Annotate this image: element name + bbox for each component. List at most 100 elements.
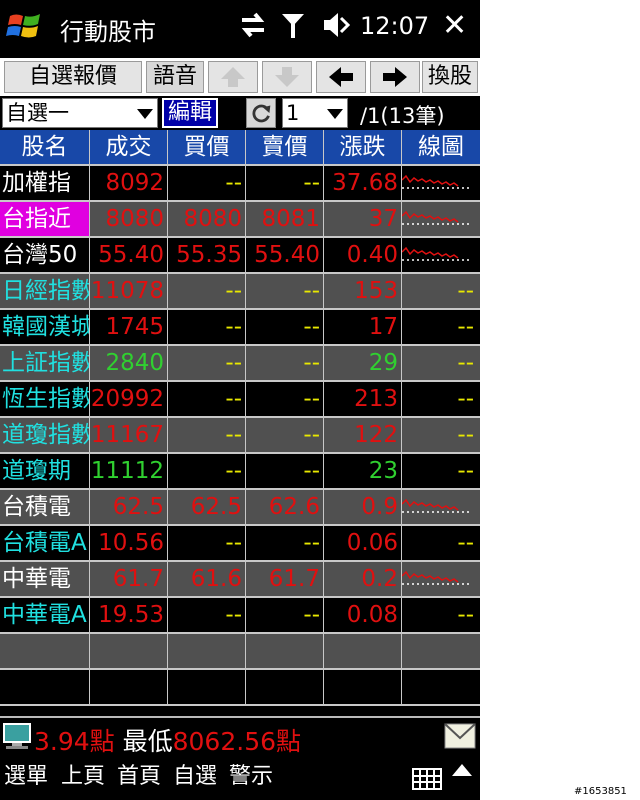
header-change[interactable]: 漲跌 [324, 130, 402, 166]
mini-chart-cell [402, 166, 480, 202]
bid-price-cell: 8080 [168, 202, 246, 238]
ask-price-cell: -- [246, 598, 324, 634]
ask-price-cell: -- [246, 310, 324, 346]
last-price-cell: 20992 [90, 382, 168, 418]
table-header: 股名 成交 買價 賣價 漲跌 線圖 [0, 130, 480, 166]
header-name[interactable]: 股名 [0, 130, 90, 166]
table-row[interactable]: 道瓊期 11112 -- -- 23 -- [0, 454, 480, 490]
previous-button[interactable] [316, 61, 366, 93]
chevron-down-icon [137, 109, 153, 119]
last-price-cell: 11167 [90, 418, 168, 454]
change-cell: 0.40 [324, 238, 402, 274]
sparkline-price-line [402, 498, 459, 511]
bid-price-cell: -- [168, 418, 246, 454]
mini-chart-empty: -- [402, 382, 480, 418]
bid-price-cell: -- [168, 526, 246, 562]
table-row[interactable]: 中華電 61.7 61.6 61.7 0.2 [0, 562, 480, 598]
softkey-menu[interactable]: 選單 [4, 758, 48, 790]
mini-chart-empty: -- [402, 274, 480, 310]
refresh-icon[interactable] [246, 98, 276, 128]
last-price-cell: 2840 [90, 346, 168, 382]
watchlist-quote-tab[interactable]: 自選報價 [4, 61, 142, 93]
bid-price-cell: 62.5 [168, 490, 246, 526]
change-cell: 37.68 [324, 166, 402, 202]
empty-cell [246, 670, 324, 706]
input-panel-up-icon[interactable] [452, 764, 472, 776]
ticker-low-label: 最低 [114, 727, 173, 756]
stock-name-cell: 韓國漢城 [0, 310, 90, 346]
change-cell: 37 [324, 202, 402, 238]
sparkline-price-line [402, 570, 459, 583]
mini-chart-empty: -- [402, 418, 480, 454]
change-cell: 17 [324, 310, 402, 346]
switch-stock-button[interactable]: 換股 [422, 61, 478, 93]
speaker-muted-icon[interactable] [320, 10, 350, 40]
softkey-prev-page[interactable]: 上頁 [61, 758, 105, 790]
ask-price-cell: -- [246, 166, 324, 202]
windows-start-icon[interactable] [6, 8, 44, 44]
move-down-button[interactable] [262, 61, 312, 93]
table-row[interactable]: 上証指數 2840 -- -- 29 -- [0, 346, 480, 382]
table-row[interactable]: 中華電ADR19.53----0.08-- [0, 598, 480, 634]
change-cell: 153 [324, 274, 402, 310]
bid-price-cell: -- [168, 166, 246, 202]
watchlist-group-dropdown[interactable]: 自選一 [2, 98, 158, 128]
table-row[interactable]: 道瓊指數 11167 -- -- 122 -- [0, 418, 480, 454]
table-row[interactable]: 恆生指數 20992 -- -- 213 -- [0, 382, 480, 418]
ask-price-cell: 8081 [246, 202, 324, 238]
signal-antenna-icon[interactable] [278, 10, 308, 40]
arrow-up-icon [221, 67, 245, 87]
change-cell: 23 [324, 454, 402, 490]
intraday-sparkline [402, 246, 472, 261]
arrow-right-icon [383, 67, 407, 87]
last-price-cell: 62.5 [90, 490, 168, 526]
empty-cell [0, 670, 90, 706]
softkey-alert[interactable]: 警示 [229, 758, 273, 790]
voice-button[interactable]: 語音 [146, 61, 204, 93]
header-chart[interactable]: 線圖 [402, 130, 480, 166]
last-price-cell: 19.53 [90, 598, 168, 634]
mini-chart-cell [402, 562, 480, 598]
computer-icon[interactable] [2, 721, 36, 751]
keyboard-icon[interactable] [412, 768, 442, 790]
table-row[interactable]: 加權指 8092 -- -- 37.68 [0, 166, 480, 202]
intraday-sparkline [402, 570, 472, 585]
clock[interactable]: 12:07 [360, 12, 429, 40]
header-ask[interactable]: 賣價 [246, 130, 324, 166]
softkey-home[interactable]: 首頁 [117, 758, 161, 790]
arrow-left-icon [329, 67, 353, 87]
ask-price-cell: 55.40 [246, 238, 324, 274]
ask-price-cell: -- [246, 274, 324, 310]
table-row[interactable] [0, 670, 480, 706]
table-row[interactable]: 台積電 62.5 62.5 62.6 0.9 [0, 490, 480, 526]
stock-name-cell: 恆生指數 [0, 382, 90, 418]
table-row[interactable]: 日經指數 11078 -- -- 153 -- [0, 274, 480, 310]
next-button[interactable] [370, 61, 420, 93]
page-dropdown[interactable]: 1 [282, 98, 348, 128]
table-row[interactable]: 韓國漢城 1745 -- -- 17 -- [0, 310, 480, 346]
page-value: 1 [286, 101, 300, 125]
edit-button[interactable]: 編輯 [162, 98, 218, 128]
table-row[interactable]: 台灣50 55.40 55.35 55.40 0.40 [0, 238, 480, 274]
stock-name-cell: 上証指數 [0, 346, 90, 382]
last-price-cell: 55.40 [90, 238, 168, 274]
sparkline-price-line [402, 174, 459, 187]
mail-icon[interactable] [444, 721, 476, 751]
softkey-watchlist[interactable]: 自選 [173, 758, 217, 790]
move-up-button[interactable] [208, 61, 258, 93]
stock-name-cell: 台積電 [0, 490, 90, 526]
table-row[interactable]: 台指近 8080 8080 8081 37 [0, 202, 480, 238]
close-icon[interactable]: ✕ [442, 8, 467, 43]
page-count: /1(13筆) [360, 104, 445, 128]
header-bid[interactable]: 買價 [168, 130, 246, 166]
table-row[interactable]: 台積電ADR10.56----0.06-- [0, 526, 480, 562]
mini-chart-cell [402, 202, 480, 238]
data-connection-icon[interactable] [238, 10, 268, 40]
intraday-sparkline [402, 498, 472, 513]
bid-price-cell: -- [168, 310, 246, 346]
empty-cell [90, 634, 168, 670]
change-cell: 0.08 [324, 598, 402, 634]
app-title: 行動股市 [60, 18, 156, 46]
header-last[interactable]: 成交 [90, 130, 168, 166]
table-row[interactable] [0, 634, 480, 670]
